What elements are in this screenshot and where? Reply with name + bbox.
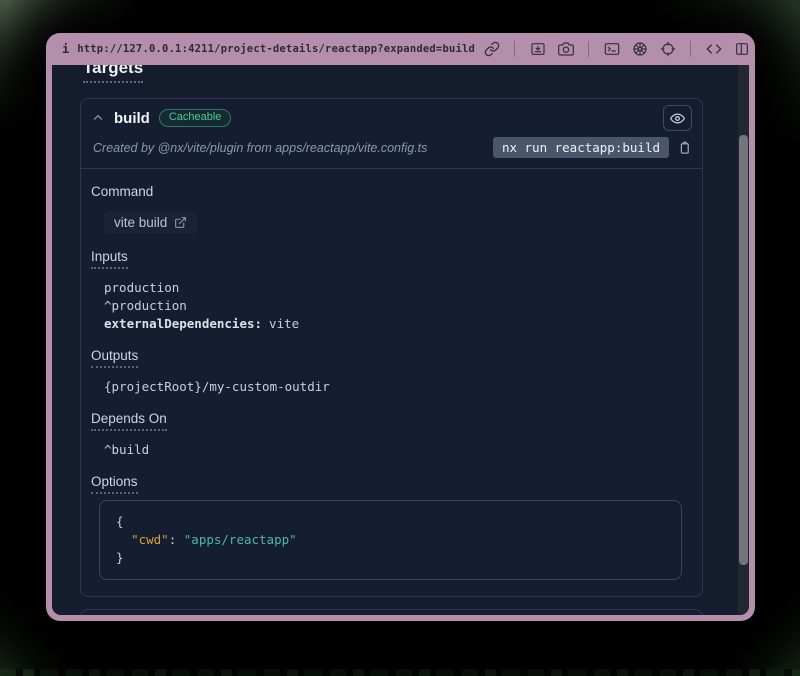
- json-string-value: "apps/reactapp": [184, 532, 297, 547]
- depends-on-label[interactable]: Depends On: [91, 411, 167, 431]
- info-icon: i: [62, 42, 69, 56]
- build-card-header[interactable]: build Cacheable: [81, 99, 702, 135]
- view-target-details-button[interactable]: [663, 105, 692, 131]
- options-json-block: { "cwd": "apps/reactapp"}: [99, 500, 682, 580]
- created-by-text: Created by @nx/vite/plugin from apps/rea…: [93, 141, 427, 155]
- eye-icon: [670, 111, 685, 126]
- serve-card-header[interactable]: serve vite serve: [81, 610, 702, 615]
- target-card-serve: serve vite serve: [80, 609, 703, 615]
- depends-on-item: ^build: [104, 441, 682, 459]
- target-name: build: [114, 110, 150, 127]
- json-key: "cwd": [131, 532, 169, 547]
- run-command-chip: nx run reactapp:build: [493, 137, 669, 158]
- crosshair-icon[interactable]: [659, 41, 676, 58]
- external-link-icon[interactable]: [174, 216, 187, 229]
- outputs-section: Outputs {projectRoot}/my-custom-outdir: [91, 347, 682, 396]
- page-title: Targets: [83, 65, 143, 83]
- page-viewport: Targets build Cacheable Created by @nx/v…: [52, 65, 749, 615]
- command-value: vite build: [114, 215, 167, 230]
- json-line: {: [116, 513, 665, 531]
- copy-icon[interactable]: [677, 140, 692, 155]
- browser-titlebar: i http://127.0.0.1:4211/project-details/…: [46, 33, 755, 65]
- download-icon[interactable]: [529, 41, 546, 58]
- inputs-section: Inputs production ^production externalDe…: [91, 248, 682, 333]
- browser-window: i http://127.0.0.1:4211/project-details/…: [46, 33, 755, 621]
- build-card-body: Command vite build Inputs production: [81, 169, 702, 596]
- scrollbar-thumb[interactable]: [739, 135, 748, 565]
- output-item: {projectRoot}/my-custom-outdir: [104, 378, 682, 396]
- input-item: production: [104, 279, 682, 297]
- cacheable-badge: Cacheable: [159, 109, 232, 127]
- options-section: Options { "cwd": "apps/reactapp"}: [91, 473, 682, 580]
- desktop-background-dashes: [0, 669, 800, 676]
- target-card-build: build Cacheable Created by @nx/vite/plug…: [80, 98, 703, 597]
- scrollbar-track: [738, 65, 749, 615]
- split-view-icon[interactable]: [733, 41, 750, 58]
- titlebar-actions: [483, 41, 750, 58]
- terminal-icon[interactable]: [603, 41, 620, 58]
- command-section: Command vite build: [91, 183, 682, 234]
- json-line: "cwd": "apps/reactapp": [116, 531, 665, 549]
- inputs-label[interactable]: Inputs: [91, 249, 128, 269]
- globe-icon[interactable]: [631, 41, 648, 58]
- toolbar-divider: [588, 41, 589, 57]
- input-item: ^production: [104, 297, 682, 315]
- input-item: externalDependencies:vite: [104, 315, 682, 333]
- address-url[interactable]: http://127.0.0.1:4211/project-details/re…: [77, 43, 475, 55]
- depends-on-section: Depends On ^build: [91, 410, 682, 459]
- json-line: }: [116, 549, 665, 567]
- chevron-up-icon: [91, 111, 105, 125]
- command-value-link[interactable]: vite build: [104, 211, 197, 234]
- options-label[interactable]: Options: [91, 474, 138, 494]
- link-icon[interactable]: [483, 41, 500, 58]
- camera-icon[interactable]: [557, 41, 574, 58]
- toolbar-divider: [690, 41, 691, 57]
- toolbar-divider: [514, 41, 515, 57]
- command-label: Command: [91, 184, 153, 199]
- code-icon[interactable]: [705, 41, 722, 58]
- outputs-label[interactable]: Outputs: [91, 348, 138, 368]
- project-details-page: Targets build Cacheable Created by @nx/v…: [52, 65, 749, 615]
- build-card-subheader: Created by @nx/vite/plugin from apps/rea…: [81, 135, 702, 168]
